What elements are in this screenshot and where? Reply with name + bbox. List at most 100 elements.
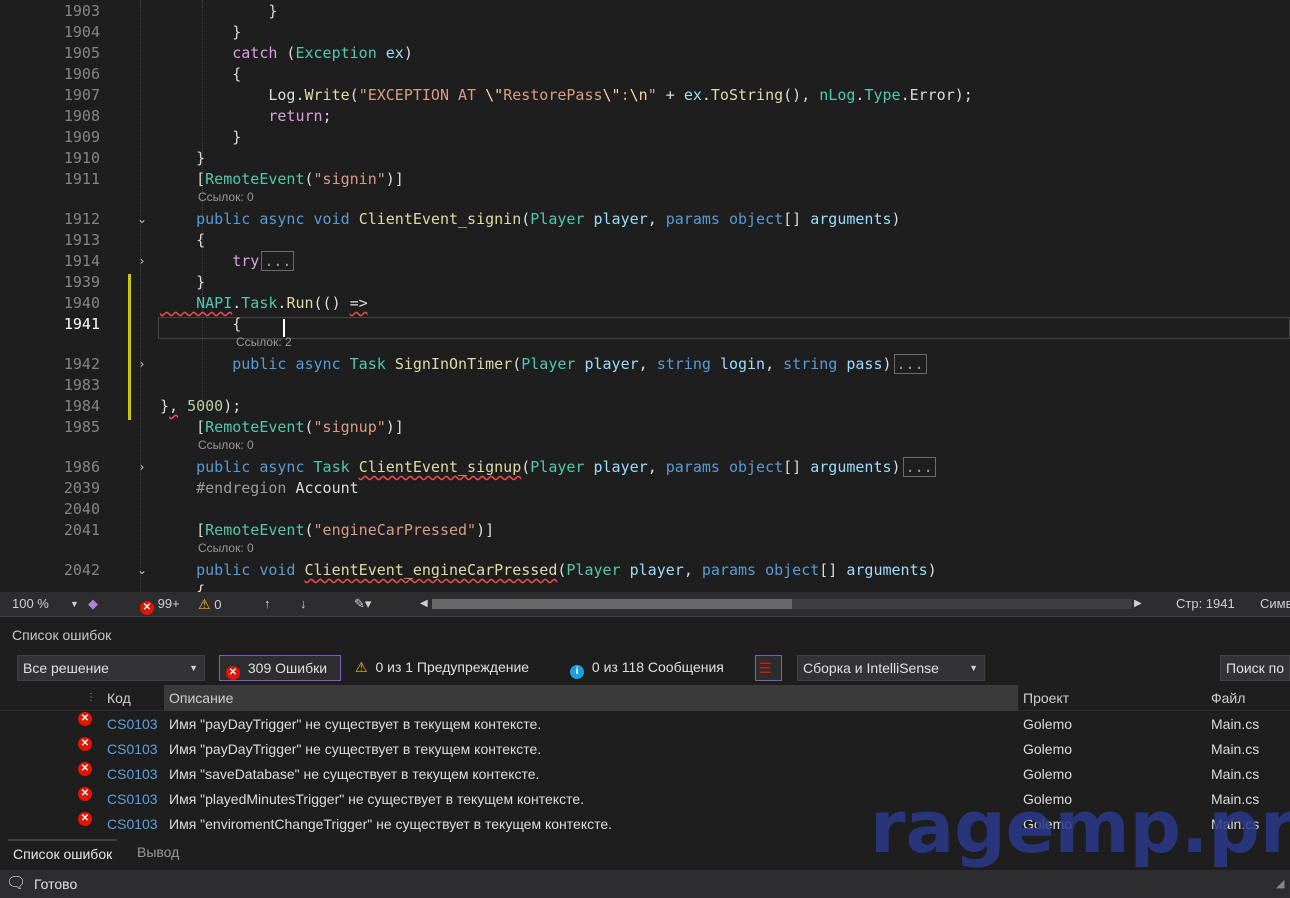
code-line[interactable]: 1986 › public async Task ClientEvent_sign…	[0, 457, 1290, 478]
code-lens[interactable]: Ссылок: 0	[0, 188, 1290, 206]
column-position[interactable]: Симв	[1260, 592, 1290, 616]
code-line[interactable]: 1939 }	[0, 272, 1290, 293]
code-token: Player	[521, 355, 576, 373]
warnings-filter-button[interactable]: ⚠ 0 из 1 Предупреждение	[355, 655, 529, 681]
tab-output[interactable]: Вывод	[137, 839, 179, 865]
code-line[interactable]: 1910 }	[0, 148, 1290, 169]
error-code[interactable]: CS0103	[107, 762, 158, 787]
collapse-icon[interactable]: ⌄	[135, 560, 149, 581]
code-line[interactable]: 1941 {	[0, 314, 1290, 335]
column-file[interactable]: Файл	[1211, 685, 1245, 711]
line-number: 1905	[63, 44, 100, 62]
references-count[interactable]: Ссылок: 0	[198, 539, 254, 557]
arrow-up-icon[interactable]: ↑	[264, 592, 271, 616]
column-code[interactable]: Код	[107, 685, 131, 711]
code-editor[interactable]: 1903 } 1904 } 1905 catch (Exception ex) 190…	[0, 0, 1290, 592]
search-input[interactable]: Поиск по	[1220, 655, 1290, 681]
copilot-icon[interactable]: ◆	[88, 592, 98, 616]
code-line[interactable]: 1985 [RemoteEvent("signup")]	[0, 417, 1290, 438]
code-line[interactable]: 1942 › public async Task SignInOnTimer(Pl…	[0, 354, 1290, 375]
collapsed-region[interactable]: ...	[902, 457, 936, 477]
code-lens[interactable]: Ссылок: 2	[0, 333, 1290, 351]
code-token: (	[304, 418, 314, 436]
errors-filter-button[interactable]: ✕ 309 Ошибки	[219, 655, 341, 681]
code-lens[interactable]: Ссылок: 0	[0, 539, 1290, 557]
references-count[interactable]: Ссылок: 0	[198, 188, 254, 206]
resize-grip-icon[interactable]: ◢	[1276, 870, 1284, 898]
code-line[interactable]: 2042 ⌄ public void ClientEvent_engineCarP…	[0, 560, 1290, 581]
code-token: SignInOnTimer	[394, 355, 513, 373]
brush-icon[interactable]: ✎▾	[354, 592, 371, 616]
code-token: .Error);	[900, 86, 973, 104]
chevron-down-icon[interactable]: ▼	[70, 592, 79, 616]
error-code[interactable]: CS0103	[107, 787, 158, 812]
expand-icon[interactable]: ›	[135, 251, 149, 272]
collapse-icon[interactable]: ⌄	[135, 209, 149, 230]
code-line[interactable]: 2040	[0, 499, 1290, 520]
tab-error-list[interactable]: Список ошибок	[8, 839, 118, 867]
sort-icon[interactable]: ⋮	[86, 685, 96, 711]
code-text: [RemoteEvent("signup")]	[160, 417, 404, 438]
expand-icon[interactable]: ›	[135, 354, 149, 375]
scroll-left-icon[interactable]: ◀	[420, 592, 428, 616]
scope-dropdown[interactable]: Все решение ▼	[17, 655, 205, 681]
code-line[interactable]: 2041 [RemoteEvent("engineCarPressed")]	[0, 520, 1290, 541]
error-code[interactable]: CS0103	[107, 812, 158, 837]
code-line[interactable]: 1906 {	[0, 64, 1290, 85]
notification-icon[interactable]: 🗨	[6, 870, 26, 898]
line-number: 2039	[63, 479, 100, 497]
code-line[interactable]: 1903 }	[0, 1, 1290, 22]
code-token: (	[304, 170, 314, 188]
collapsed-region[interactable]: ...	[893, 354, 927, 374]
code-line[interactable]: 1909 }	[0, 127, 1290, 148]
error-count[interactable]: ✕ 99+	[140, 592, 180, 616]
error-code[interactable]: CS0103	[107, 712, 158, 737]
code-line[interactable]: 1904 }	[0, 22, 1290, 43]
code-line[interactable]: 1907 Log.Write("EXCEPTION AT \"RestorePa…	[0, 85, 1290, 106]
column-project[interactable]: Проект	[1023, 685, 1069, 711]
code-line[interactable]: 1913 {	[0, 230, 1290, 251]
line-number: 1942	[63, 355, 100, 373]
source-dropdown[interactable]: Сборка и IntelliSense ▼	[797, 655, 985, 681]
cursor-position[interactable]: Стр: 1941	[1176, 592, 1235, 616]
scroll-right-icon[interactable]: ▶	[1134, 592, 1142, 616]
code-line[interactable]: 1911 [RemoteEvent("signin")]	[0, 169, 1290, 190]
code-line[interactable]: 1908 return;	[0, 106, 1290, 127]
error-row[interactable]: ✕ CS0103 Имя "payDayTrigger" не существует…	[0, 737, 1290, 762]
code-line[interactable]: 2039 #endregion Account	[0, 478, 1290, 499]
code-line[interactable]: 1914 › try...	[0, 251, 1290, 272]
code-token: [	[160, 170, 206, 188]
code-line[interactable]: 1912 ⌄ public async void ClientEvent_sign…	[0, 209, 1290, 230]
error-row[interactable]: ✕ CS0103 Имя "payDayTrigger" не существует…	[0, 712, 1290, 737]
expand-icon[interactable]: ›	[135, 457, 149, 478]
filter-icon[interactable]: ☰	[755, 655, 782, 681]
code-token: {	[160, 231, 206, 249]
code-token: Type	[864, 86, 901, 104]
scrollbar-thumb[interactable]	[432, 599, 792, 609]
column-description[interactable]: Описание	[164, 685, 1018, 711]
code-text: [RemoteEvent("signin")]	[160, 169, 404, 190]
warning-count[interactable]: ⚠ 0	[198, 592, 221, 617]
messages-filter-button[interactable]: i 0 из 118 Сообщения	[570, 655, 724, 681]
code-line[interactable]: 1905 catch (Exception ex)	[0, 43, 1290, 64]
code-token: )]	[385, 170, 404, 188]
line-number: 1903	[63, 2, 100, 20]
error-description: Имя "payDayTrigger" не существует в теку…	[169, 741, 542, 757]
code-line[interactable]: 1984}, 5000);	[0, 396, 1290, 417]
error-code[interactable]: CS0103	[107, 737, 158, 762]
code-text: }, 5000);	[160, 396, 241, 417]
collapsed-region[interactable]: ...	[261, 251, 295, 271]
arrow-down-icon[interactable]: ↓	[300, 592, 307, 616]
code-line[interactable]: 1983	[0, 375, 1290, 396]
horizontal-scrollbar[interactable]	[432, 599, 1132, 609]
code-token: []	[783, 210, 811, 228]
references-count[interactable]: Ссылок: 0	[198, 436, 254, 454]
code-token: ClientEvent_signup	[358, 458, 522, 476]
error-icon: ✕	[140, 601, 154, 615]
code-line[interactable]: {	[0, 581, 1290, 592]
line-number: 1986	[63, 458, 100, 476]
code-lens[interactable]: Ссылок: 0	[0, 436, 1290, 454]
code-line[interactable]: 1940 NAPI.Task.Run(() =>	[0, 293, 1290, 314]
zoom-level[interactable]: 100 %	[12, 592, 49, 616]
